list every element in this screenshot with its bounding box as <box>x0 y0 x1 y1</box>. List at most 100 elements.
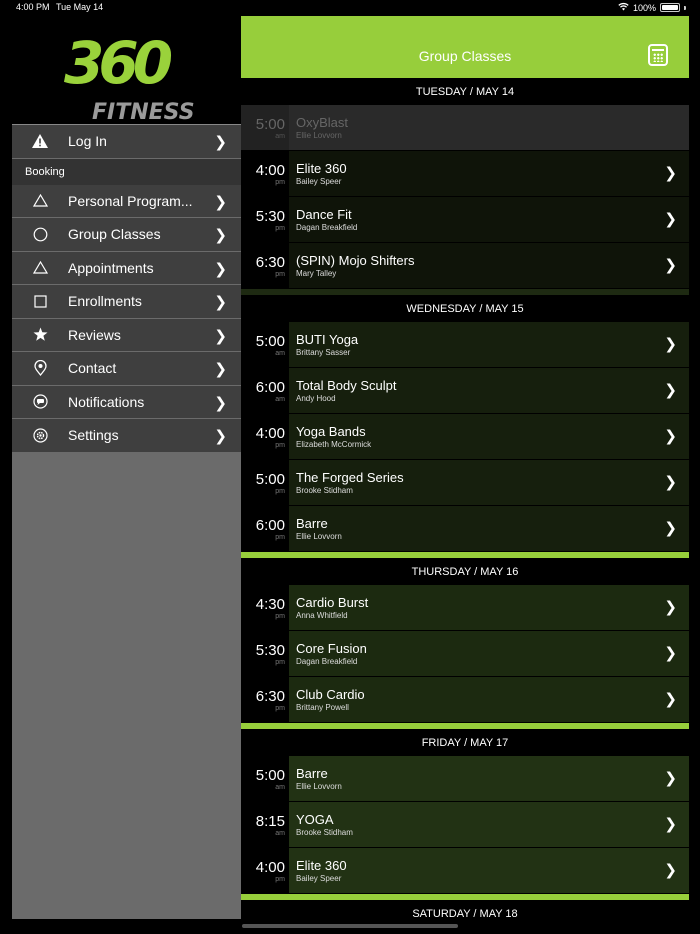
instructor-name: Ellie Lovvorn <box>296 531 342 541</box>
logo-word: FITNESS <box>92 100 195 125</box>
session-time-value: 5:00 <box>255 333 285 350</box>
class-session-row[interactable]: 8:15 am YOGA Brooke Stidham ❯ <box>241 802 689 848</box>
session-time-value: 6:30 <box>255 688 285 705</box>
day-header: SATURDAY / MAY 18 <box>241 900 689 927</box>
session-time: 6:30 pm <box>241 677 289 722</box>
session-time: 4:30 pm <box>241 585 289 630</box>
class-name: The Forged Series <box>296 470 404 485</box>
session-time-value: 5:00 <box>255 471 285 488</box>
session-time: 6:00 am <box>241 368 289 413</box>
session-ampm: pm <box>275 534 285 541</box>
class-session-row[interactable]: 4:00 pm Elite 360 Bailey Speer ❯ <box>241 848 689 894</box>
sidebar: 360 FITNESS Log In ❯ Booking Personal Pr… <box>12 16 241 934</box>
session-ampm: pm <box>275 659 285 666</box>
session-time: 5:30 pm <box>241 197 289 242</box>
day-header: TUESDAY / MAY 14 <box>241 78 689 105</box>
class-name: BUTI Yoga <box>296 332 359 347</box>
session-ampm: pm <box>275 442 285 449</box>
session-info: Yoga Bands Elizabeth McCormick <box>289 414 689 459</box>
chevron-right-icon: ❯ <box>664 599 677 616</box>
class-name: Elite 360 <box>296 858 347 873</box>
class-session-row[interactable]: 5:00 am BUTI Yoga Brittany Sasser ❯ <box>241 322 689 368</box>
session-info: The Forged Series Brooke Stidham <box>289 460 689 505</box>
instructor-name: Brittany Powell <box>296 702 349 712</box>
chevron-right-icon: ❯ <box>664 862 677 879</box>
chevron-right-icon: ❯ <box>214 227 227 244</box>
session-ampm: am <box>275 784 285 791</box>
class-session-row[interactable]: 4:30 pm Cardio Burst Anna Whitfield ❯ <box>241 585 689 631</box>
logo-number: 360 <box>64 29 173 97</box>
class-session-row[interactable]: 5:00 am Barre Ellie Lovvorn ❯ <box>241 756 689 802</box>
class-name: Core Fusion <box>296 641 367 656</box>
class-session-row[interactable]: 5:00 pm The Forged Series Brooke Stidham ❯ <box>241 460 689 506</box>
status-time: 4:00 PM <box>16 2 50 12</box>
session-time-value: 5:00 <box>255 116 285 133</box>
instructor-name: Ellie Lovvorn <box>296 130 342 140</box>
chevron-right-icon: ❯ <box>664 691 677 708</box>
instructor-name: Bailey Speer <box>296 873 342 883</box>
chevron-right-icon: ❯ <box>214 134 227 151</box>
class-schedule-list: TUESDAY / MAY 14 5:00 am OxyBlast Ellie Lovv… <box>241 78 689 927</box>
session-info: Barre Ellie Lovvorn <box>289 506 689 551</box>
page-header: Group Classes <box>241 16 689 78</box>
session-info: Core Fusion Dagan Breakfield <box>289 631 689 676</box>
main-panel: Group Classes TUESDAY / MAY 14 5:00 am OxyB… <box>241 16 689 934</box>
class-name: Elite 360 <box>296 161 347 176</box>
session-time-value: 4:00 <box>255 859 285 876</box>
session-time: 8:15 am <box>241 802 289 847</box>
chevron-right-icon: ❯ <box>214 428 227 445</box>
class-name: Barre <box>296 516 328 531</box>
class-name: OxyBlast <box>296 115 349 130</box>
class-session-row[interactable]: 6:00 am Total Body Sculpt Andy Hood ❯ <box>241 368 689 414</box>
chevron-right-icon: ❯ <box>664 336 677 353</box>
gear-icon <box>30 425 50 445</box>
sidebar-item-reviews[interactable]: Reviews ❯ <box>12 318 241 352</box>
instructor-name: Dagan Breakfield <box>296 656 358 666</box>
session-time: 6:00 pm <box>241 506 289 551</box>
sidebar-item-personal-programs[interactable]: Personal Program... ❯ <box>12 184 241 218</box>
session-time: 4:00 pm <box>241 151 289 196</box>
instructor-name: Mary Talley <box>296 268 337 278</box>
chevron-right-icon: ❯ <box>214 361 227 378</box>
sidebar-item-login[interactable]: Log In ❯ <box>12 125 241 159</box>
session-ampm: pm <box>275 179 285 186</box>
session-ampm: am <box>275 396 285 403</box>
day-header: FRIDAY / MAY 17 <box>241 729 689 756</box>
sidebar-item-appointments[interactable]: Appointments ❯ <box>12 251 241 285</box>
sidebar-item-contact[interactable]: Contact ❯ <box>12 352 241 386</box>
class-session-row[interactable]: 6:00 pm Barre Ellie Lovvorn ❯ <box>241 506 689 552</box>
calendar-icon[interactable] <box>648 44 668 66</box>
class-session-row[interactable]: 6:30 pm Club Cardio Brittany Powell ❯ <box>241 677 689 723</box>
class-name: Club Cardio <box>296 687 365 702</box>
class-session-row[interactable]: 5:30 pm Dance Fit Dagan Breakfield ❯ <box>241 197 689 243</box>
session-info: Club Cardio Brittany Powell <box>289 677 689 722</box>
chevron-right-icon: ❯ <box>664 211 677 228</box>
session-time: 4:00 pm <box>241 848 289 893</box>
chevron-right-icon: ❯ <box>214 193 227 211</box>
session-ampm: pm <box>275 225 285 232</box>
sidebar-item-enrollments[interactable]: Enrollments ❯ <box>12 285 241 319</box>
session-info: Barre Ellie Lovvorn <box>289 756 689 801</box>
session-info: (SPIN) Mojo Shifters Mary Talley <box>289 243 689 288</box>
sidebar-item-notifications[interactable]: Notifications ❯ <box>12 385 241 419</box>
session-time-value: 4:30 <box>255 596 285 613</box>
class-session-row[interactable]: 4:00 pm Elite 360 Bailey Speer ❯ <box>241 151 689 197</box>
class-session-row[interactable]: 4:00 pm Yoga Bands Elizabeth McCormick ❯ <box>241 414 689 460</box>
wifi-icon <box>618 2 629 13</box>
sidebar-item-group-classes[interactable]: Group Classes ❯ <box>12 218 241 252</box>
sidebar-item-settings[interactable]: Settings ❯ <box>12 419 241 453</box>
session-info: Cardio Burst Anna Whitfield <box>289 585 689 630</box>
location-pin-icon <box>30 358 50 378</box>
sidebar-menu: Log In ❯ Booking Personal Program... ❯ G… <box>12 124 241 919</box>
session-info: Dance Fit Dagan Breakfield <box>289 197 689 242</box>
session-ampm: am <box>275 133 285 140</box>
session-time-value: 5:30 <box>255 208 285 225</box>
session-info: Elite 360 Bailey Speer <box>289 848 689 893</box>
home-indicator[interactable] <box>242 924 458 928</box>
class-session-row[interactable]: 5:30 pm Core Fusion Dagan Breakfield ❯ <box>241 631 689 677</box>
class-session-row[interactable]: 6:30 pm (SPIN) Mojo Shifters Mary Talley ❯ <box>241 243 689 289</box>
session-time-value: 5:30 <box>255 642 285 659</box>
battery-percent: 100% <box>632 2 656 13</box>
session-time-value: 6:00 <box>255 379 285 396</box>
status-indicators: 100% <box>618 2 686 13</box>
